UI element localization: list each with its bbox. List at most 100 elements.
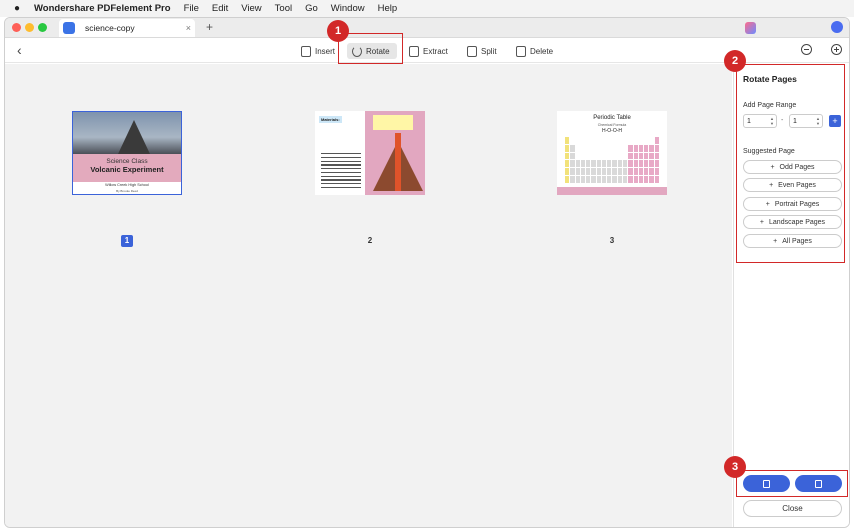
tab-close-icon[interactable]: × bbox=[186, 23, 191, 33]
periodic-cell bbox=[638, 176, 644, 183]
extract-button[interactable]: Extract bbox=[409, 43, 448, 59]
periodic-cell bbox=[638, 152, 644, 160]
periodic-cell bbox=[586, 153, 590, 160]
periodic-cell bbox=[602, 153, 606, 160]
menu-edit[interactable]: Edit bbox=[212, 3, 228, 14]
periodic-cell bbox=[597, 145, 601, 152]
app-menu[interactable]: Wondershare PDFelement Pro bbox=[34, 3, 171, 14]
apple-icon[interactable]: ● bbox=[12, 3, 22, 14]
periodic-cell bbox=[570, 168, 575, 176]
periodic-cell bbox=[607, 176, 612, 183]
periodic-cell bbox=[617, 176, 623, 183]
periodic-cell bbox=[591, 176, 596, 183]
page-number-2: 2 bbox=[367, 236, 373, 245]
menu-go[interactable]: Go bbox=[305, 3, 318, 14]
split-button[interactable]: Split bbox=[467, 43, 497, 59]
close-window-button[interactable] bbox=[12, 23, 21, 32]
periodic-cell bbox=[634, 137, 638, 144]
periodic-cell bbox=[596, 168, 601, 176]
periodic-cell bbox=[649, 144, 654, 152]
thumb3-footer-band bbox=[557, 187, 667, 195]
page-number-1: 1 bbox=[121, 235, 133, 247]
store-icon[interactable] bbox=[745, 22, 756, 34]
periodic-cell bbox=[638, 144, 644, 152]
step-badge-2: 2 bbox=[724, 50, 746, 72]
periodic-cell bbox=[601, 176, 607, 183]
menu-file[interactable]: File bbox=[184, 3, 199, 14]
periodic-cell bbox=[633, 152, 638, 160]
periodic-cell bbox=[601, 160, 607, 168]
periodic-cell bbox=[649, 137, 653, 144]
periodic-cell bbox=[639, 137, 643, 144]
periodic-cell bbox=[596, 176, 601, 183]
thumb3-title: Periodic Table bbox=[593, 115, 631, 121]
periodic-cell bbox=[623, 145, 627, 152]
menu-view[interactable]: View bbox=[241, 3, 261, 14]
periodic-cell bbox=[607, 160, 612, 168]
periodic-cell bbox=[623, 176, 628, 183]
back-chevron-icon[interactable]: ‹ bbox=[17, 42, 22, 58]
periodic-cell bbox=[612, 160, 617, 168]
page-thumbnail-2[interactable]: Materials: bbox=[315, 111, 425, 195]
materials-column: Materials: bbox=[315, 111, 365, 195]
page-thumbnail-1[interactable]: Science Class Volcanic Experiment Willow… bbox=[72, 111, 182, 195]
periodic-cell bbox=[601, 168, 607, 176]
periodic-cell bbox=[607, 137, 611, 144]
periodic-cell bbox=[654, 176, 659, 183]
periodic-cell bbox=[570, 176, 575, 183]
periodic-cell bbox=[628, 160, 633, 168]
periodic-cell bbox=[644, 168, 649, 176]
menu-help[interactable]: Help bbox=[378, 3, 398, 14]
document-tab[interactable]: science-copy × bbox=[59, 19, 195, 37]
periodic-cell bbox=[607, 153, 611, 160]
periodic-cell bbox=[617, 168, 623, 176]
callout-box-panel bbox=[736, 64, 845, 263]
menu-tool[interactable]: Tool bbox=[275, 3, 292, 14]
new-tab-button[interactable]: + bbox=[206, 20, 213, 34]
periodic-cell bbox=[586, 168, 591, 176]
menu-window[interactable]: Window bbox=[331, 3, 365, 14]
periodic-cell bbox=[612, 168, 617, 176]
minimize-window-button[interactable] bbox=[25, 23, 34, 32]
periodic-cell bbox=[591, 160, 596, 168]
periodic-cell bbox=[570, 152, 575, 160]
pdfelement-icon bbox=[63, 22, 75, 34]
insert-button[interactable]: Insert bbox=[301, 43, 335, 59]
periodic-cell bbox=[586, 145, 590, 152]
periodic-cell bbox=[597, 137, 601, 144]
periodic-cell bbox=[623, 153, 627, 160]
periodic-cell bbox=[628, 152, 633, 160]
periodic-cell bbox=[633, 176, 638, 183]
document-tab-title: science-copy bbox=[85, 23, 135, 33]
app-window: science-copy × + ‹ Insert Rotate Extract… bbox=[4, 17, 850, 528]
delete-button[interactable]: Delete bbox=[516, 43, 553, 59]
periodic-cell bbox=[570, 144, 575, 152]
periodic-cell bbox=[570, 137, 574, 144]
zoom-in-icon[interactable] bbox=[831, 44, 842, 55]
periodic-cell bbox=[565, 160, 570, 168]
account-avatar-icon[interactable] bbox=[831, 21, 843, 33]
periodic-cell bbox=[618, 137, 622, 144]
periodic-cell bbox=[628, 168, 633, 176]
zoom-window-button[interactable] bbox=[38, 23, 47, 32]
periodic-cell bbox=[617, 160, 623, 168]
periodic-cell bbox=[654, 160, 659, 168]
close-button[interactable]: Close bbox=[743, 500, 842, 517]
periodic-cell bbox=[654, 168, 659, 176]
page-number-3: 3 bbox=[609, 236, 615, 245]
periodic-cell bbox=[654, 137, 659, 144]
periodic-cell bbox=[638, 168, 644, 176]
periodic-cell bbox=[576, 153, 580, 160]
materials-list bbox=[321, 153, 361, 191]
periodic-cell bbox=[576, 145, 580, 152]
periodic-cell bbox=[644, 144, 649, 152]
zoom-out-icon[interactable] bbox=[801, 44, 812, 55]
extract-label: Extract bbox=[423, 46, 448, 56]
periodic-cell bbox=[633, 168, 638, 176]
step-badge-3: 3 bbox=[724, 456, 746, 478]
page-thumbnail-3[interactable]: Periodic Table Chemical Formula H-O-O-H bbox=[557, 111, 667, 195]
mac-menubar: ● Wondershare PDFelement Pro File Edit V… bbox=[0, 0, 854, 17]
thumb1-author: By Brooke Reed bbox=[116, 189, 138, 193]
periodic-cell bbox=[649, 160, 654, 168]
periodic-cell bbox=[612, 137, 616, 144]
